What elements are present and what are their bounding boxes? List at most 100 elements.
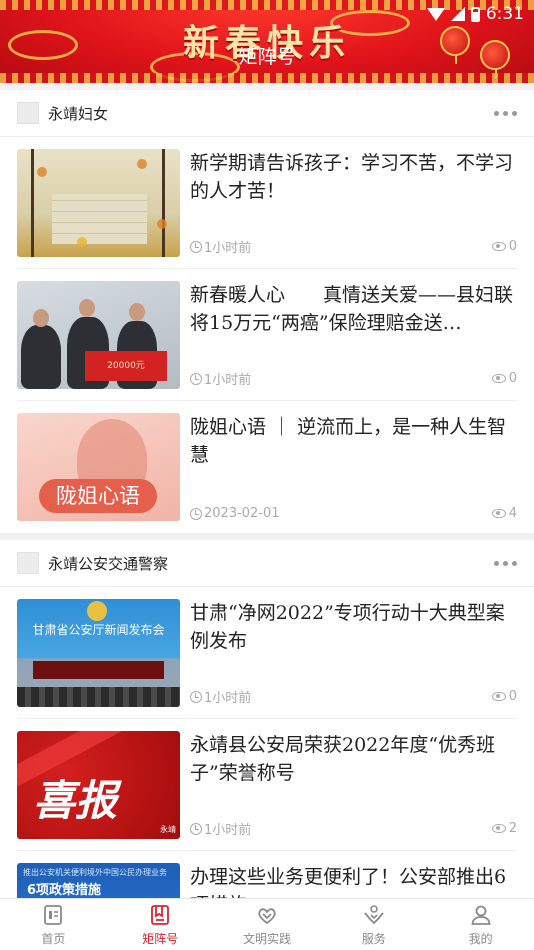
section-divider	[0, 83, 534, 90]
tab-civilization[interactable]: 文明实践	[214, 899, 321, 950]
tab-service[interactable]: 服务	[320, 899, 427, 950]
wifi-icon	[426, 7, 445, 21]
clock-icon	[190, 240, 202, 253]
banner-border-bottom	[0, 73, 534, 83]
article-time: 1小时前	[190, 237, 251, 256]
more-options-icon[interactable]	[494, 110, 517, 116]
thumbnail-person	[21, 325, 61, 389]
person-icon	[471, 905, 491, 925]
article-item[interactable]: 推出公安机关便利境外中国公民办理业务 6项政策措施 办理这些业务更便利了！公安部…	[17, 851, 517, 898]
thumbnail-banner: 甘肃省公安厅新闻发布会	[32, 623, 165, 637]
section-avatar	[17, 102, 39, 124]
eye-icon	[491, 374, 506, 383]
section-card: 永靖公安交通警察 甘肃省公安厅新闻发布会 甘肃“净网2022”专项行动十大典型案…	[0, 540, 534, 898]
thumbnail-leaf	[77, 237, 87, 247]
article-item[interactable]: 喜报 永靖 永靖县公安局荣获2022年度“优秀班子”荣誉称号 1小时前 2	[17, 719, 517, 851]
article-views: 0	[491, 689, 517, 704]
thumbnail-tree	[31, 149, 34, 257]
article-title: 办理这些业务更便利了！公安部推出6项措施	[190, 866, 507, 898]
article-item[interactable]: 新学期请告诉孩子：学习不苦，不学习的人才苦！ 1小时前 0	[17, 137, 517, 269]
eye-icon	[491, 509, 506, 518]
article-title: 陇姐心语 ｜ 逆流而上，是一种人生智慧	[190, 416, 507, 466]
bottom-tab-bar: 首页 矩阵号 文明实践 服务 我的	[0, 898, 534, 950]
page-title: 矩阵号	[238, 46, 296, 68]
thumbnail-head	[33, 309, 49, 327]
thumbnail-tag: 永靖	[160, 825, 176, 834]
thumbnail-leaf	[137, 159, 147, 169]
signal-icon	[450, 7, 465, 21]
section-card: 永靖妇女 新学期请告诉孩子：学习不苦，不学习的人才苦！ 1小时前 0 20000…	[0, 90, 534, 533]
article-title: 新春暖人心 真情送关爱——县妇联将15万元“两癌”保险理赔金送…	[190, 284, 514, 334]
article-meta: 1小时前 0	[190, 687, 517, 706]
article-thumbnail: 喜报 永靖	[17, 731, 180, 839]
bookmark-icon	[151, 904, 170, 925]
article-time: 1小时前	[190, 369, 251, 388]
app-root: 新春快乐 矩阵号 6:31 永靖妇女 新学期请告诉孩子：学习不苦，不学习的人才苦…	[0, 0, 534, 950]
article-time: 1小时前	[190, 687, 251, 706]
tab-label: 服务	[361, 931, 386, 946]
thumbnail-word: 喜报	[33, 776, 118, 825]
clock-icon	[190, 822, 202, 835]
eye-icon	[491, 692, 506, 701]
article-title: 永靖县公安局荣获2022年度“优秀班子”荣誉称号	[190, 734, 496, 784]
article-body: 永靖县公安局荣获2022年度“优秀班子”荣誉称号 1小时前 2	[190, 731, 517, 838]
home-doc-icon	[44, 904, 63, 925]
article-meta: 2023-02-01 4	[190, 506, 517, 521]
article-item[interactable]: 20000元 新春暖人心 真情送关爱——县妇联将15万元“两癌”保险理赔金送… …	[17, 269, 517, 401]
feed[interactable]: 永靖妇女 新学期请告诉孩子：学习不苦，不学习的人才苦！ 1小时前 0 20000…	[0, 83, 534, 898]
tab-label: 文明实践	[242, 931, 291, 946]
tab-home[interactable]: 首页	[0, 899, 107, 950]
article-meta: 1小时前 2	[190, 819, 517, 838]
thumbnail-board: 20000元	[85, 351, 167, 381]
article-thumbnail: 20000元	[17, 281, 180, 389]
article-body: 新春暖人心 真情送关爱——县妇联将15万元“两癌”保险理赔金送… 1小时前 0	[190, 281, 517, 388]
thumbnail-tree	[162, 149, 165, 257]
clock-icon	[190, 690, 202, 703]
heart-hands-icon	[258, 907, 276, 924]
thumbnail-table	[33, 661, 164, 679]
article-views: 0	[491, 371, 517, 386]
article-views: 0	[491, 239, 517, 254]
eye-icon	[491, 824, 506, 833]
article-thumbnail: 推出公安机关便利境外中国公民办理业务 6项政策措施	[17, 863, 180, 898]
clock-icon	[190, 507, 202, 520]
article-time: 2023-02-01	[190, 506, 280, 521]
article-meta: 1小时前 0	[190, 369, 517, 388]
thumbnail-crowd	[17, 687, 180, 707]
article-views: 4	[491, 506, 517, 521]
clock-icon	[190, 372, 202, 385]
article-item[interactable]: 陇姐心语 陇姐心语 ｜ 逆流而上，是一种人生智慧 2023-02-01 4	[17, 401, 517, 533]
thumbnail-head	[129, 303, 145, 321]
article-item[interactable]: 甘肃省公安厅新闻发布会 甘肃“净网2022”专项行动十大典型案例发布 1小时前 …	[17, 587, 517, 719]
article-thumbnail	[17, 149, 180, 257]
article-views: 2	[491, 821, 517, 836]
thumbnail-caption: 推出公安机关便利境外中国公民办理业务	[23, 868, 167, 877]
header-banner: 新春快乐 矩阵号 6:31	[0, 0, 534, 83]
thumbnail-label: 陇姐心语	[39, 479, 157, 513]
article-time: 1小时前	[190, 819, 251, 838]
article-thumbnail: 陇姐心语	[17, 413, 180, 521]
article-title: 甘肃“净网2022”专项行动十大典型案例发布	[190, 602, 505, 652]
article-body: 甘肃“净网2022”专项行动十大典型案例发布 1小时前 0	[190, 599, 517, 706]
article-meta: 1小时前 0	[190, 237, 517, 256]
eye-icon	[491, 242, 506, 251]
status-bar: 6:31	[426, 4, 524, 24]
more-options-icon[interactable]	[494, 560, 517, 566]
thumbnail-wall	[52, 194, 147, 244]
tab-mine[interactable]: 我的	[427, 899, 534, 950]
status-time: 6:31	[485, 4, 524, 24]
thumbnail-head	[79, 299, 95, 317]
service-hands-icon	[364, 904, 384, 924]
battery-icon	[470, 6, 480, 22]
article-thumbnail: 甘肃省公安厅新闻发布会	[17, 599, 180, 707]
thumbnail-leaf	[37, 167, 47, 177]
tab-label: 我的	[468, 931, 493, 946]
section-name: 永靖公安交通警察	[48, 554, 169, 573]
section-header[interactable]: 永靖公安交通警察	[0, 540, 534, 587]
tab-label: 首页	[41, 931, 66, 946]
section-header[interactable]: 永靖妇女	[0, 90, 534, 137]
section-name: 永靖妇女	[48, 104, 109, 123]
tab-matrix[interactable]: 矩阵号	[107, 899, 214, 950]
thumbnail-leaf	[157, 219, 167, 229]
section-divider	[0, 533, 534, 540]
